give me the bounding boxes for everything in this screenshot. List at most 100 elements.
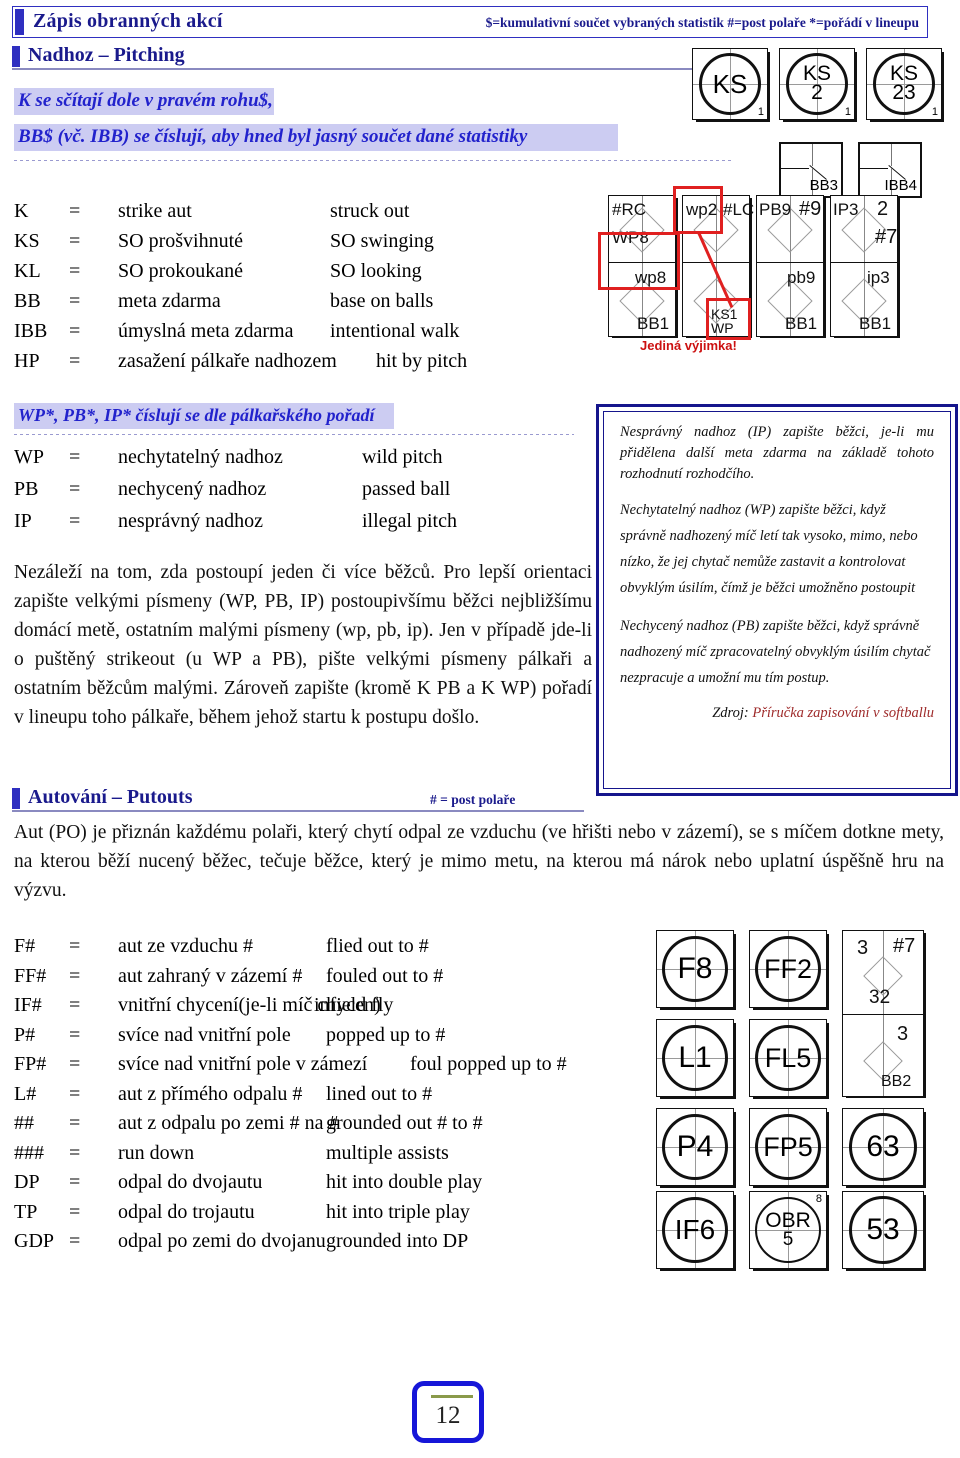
abbr-en: passed ball [362, 478, 451, 500]
scorecard-cell-ibb4: IBB4 [858, 142, 922, 198]
note-paragraph-pb: Nechycený nadhoz (PB) zapište běžci, kdy… [620, 618, 931, 686]
abbr-en: SO swinging [330, 230, 434, 252]
putouts-description-paragraph: Aut (PO) je přiznán každému polaři, kter… [14, 822, 944, 901]
abbr-code: IF# [14, 994, 42, 1016]
play-subcode: 5 [782, 1228, 794, 1250]
table-row: ### = run down multiple assists [14, 1142, 614, 1172]
play-code-stack: KS 2 [803, 63, 831, 103]
table-row: L# = aut z přímého odpalu # lined out to… [14, 1083, 614, 1113]
abbr-equals: = [69, 320, 81, 342]
section-rule [12, 68, 700, 70]
play-circle-inline: 32 [869, 987, 905, 1023]
cell-corner-number: 1 [931, 106, 938, 118]
play-label-br: BB1 [859, 314, 892, 333]
abbr-en: illegal pitch [362, 510, 457, 532]
play-label-t2: #7 [893, 935, 916, 957]
scorecard-cell-ks: KS 1 [692, 48, 768, 120]
play-label-mr: ip3 [867, 268, 890, 287]
scorecard-cell-fl5: FL5 [749, 1019, 827, 1097]
scorecard-cell-ks23: KS 23 1 [866, 48, 942, 120]
abbr-equals: = [69, 1230, 81, 1252]
abbr-cz: svíce nad vnitřní pole v zámezí [118, 1053, 368, 1075]
play-code: P4 [676, 1130, 714, 1163]
play-circle: L1 [662, 1025, 728, 1091]
scorecard-cell-p4: P4 [656, 1108, 734, 1186]
abbr-equals: = [69, 230, 81, 252]
play-subcode: 23 [892, 81, 916, 104]
table-row: ## = aut z odpalu po zemi # na # grounde… [14, 1112, 614, 1142]
cell-corner-number: 1 [844, 106, 851, 118]
table-row: P# = svíce nad vnitřní pole popped up to… [14, 1024, 614, 1054]
abbr-cz: úmyslná meta zdarma [118, 320, 294, 342]
table-row: F# = aut ze vzduchu # flied out to # [14, 935, 614, 965]
abbr-en: base on balls [330, 290, 434, 312]
play-code-stack: OBR 5 [765, 1210, 811, 1250]
scorecard-cell-f8: F8 [656, 930, 734, 1008]
play-code: FF2 [763, 953, 812, 984]
page-title: Zápis obranných akcí [33, 10, 223, 32]
abbr-code: P# [14, 1023, 36, 1046]
abbr-cz: nechytatelný nadhoz [118, 446, 283, 468]
divider-dotted-1 [14, 160, 734, 161]
table-row: KS = SO prošvihnuté SO swinging [14, 230, 594, 260]
play-label-tl: PB9 [759, 200, 792, 219]
play-code: FL5 [764, 1042, 812, 1073]
abbr-cz: svíce nad vnitřní pole [118, 1023, 291, 1046]
abbr-equals: = [69, 1053, 81, 1075]
highlight-wp-rule: WP*, PB*, IP* číslují se dle pálkařského… [14, 403, 394, 429]
abbr-en: multiple assists [326, 1141, 449, 1164]
scorecard-cell-if6: IF6 [656, 1191, 734, 1269]
abbr-code: FP# [14, 1053, 47, 1075]
page-number-box: 12 [412, 1381, 484, 1443]
abbr-equals: = [69, 1141, 81, 1164]
abbr-cz: meta zdarma [118, 290, 221, 312]
table-row: K = strike aut struck out [14, 200, 594, 230]
header-accent-bar [15, 9, 24, 35]
play-label-br: BB1 [785, 314, 818, 333]
abbr-equals: = [69, 1200, 81, 1223]
play-label-tr2: #7 [875, 226, 898, 248]
play-label-tr: 2 [877, 198, 889, 220]
table-row: GDP = odpal po zemi do dvojanu grounded … [14, 1230, 614, 1260]
play-label-m1: 3 [897, 1023, 909, 1045]
play-label-mr: pb9 [787, 268, 816, 287]
abbr-equals: = [69, 1171, 81, 1193]
play-circle: KS 23 [873, 53, 935, 115]
play-label-t1: 3 [857, 937, 869, 959]
abbr-en: infield fly [314, 994, 394, 1016]
play-code: 32 [869, 987, 891, 1008]
abbr-cz: aut zahraný v zázemí # [118, 964, 303, 987]
section-label-putouts: Autování – Putouts [28, 786, 193, 808]
section-rule [12, 810, 584, 812]
section-accent-bar [12, 788, 20, 809]
pitching-description-paragraph: Nezáleží na tom, zda postoupí jeden či v… [14, 562, 592, 728]
abbr-equals: = [69, 1082, 81, 1105]
abbr-en: grounded into DP [326, 1230, 469, 1252]
grid-hline [757, 262, 823, 263]
abbr-cz: run down [118, 1141, 195, 1164]
note-paragraph-wp: Nechytatelný nadhoz (WP) zapište běžci, … [620, 502, 918, 596]
abbr-equals: = [69, 478, 81, 500]
play-code: 53 [866, 1213, 900, 1246]
abbr-en: hit by pitch [376, 350, 468, 372]
abbr-code: FF# [14, 964, 47, 987]
document-header: Zápis obranných akcí $=kumulativní souče… [12, 6, 928, 38]
play-circle: FF2 [755, 936, 821, 1002]
play-code: KS [712, 69, 748, 99]
abbr-equals: = [69, 350, 81, 372]
table-row: KL = SO prokoukané SO looking [14, 260, 594, 290]
play-label-b1: BB2 [881, 1073, 912, 1090]
table-row: DP = odpal do dvojautu hit into double p… [14, 1171, 614, 1201]
highlight-bb-rule: BB$ (vč. IBB) se číslují, aby hned byl j… [14, 124, 618, 151]
side-note-inner: Nesprávný nadhoz (IP) zapište běžci, je-… [603, 411, 951, 789]
play-label-tl: IP3 [833, 200, 859, 219]
abbr-cz: SO prošvihnuté [118, 230, 243, 252]
play-cell-pb: PB9 #9 pb9 BB1 [756, 195, 824, 337]
abbr-code: F# [14, 935, 36, 957]
abbr-cz: odpal do trojautu [118, 1200, 255, 1223]
cell-corner-number: 8 [815, 1193, 822, 1205]
abbr-en: popped up to # [326, 1023, 446, 1046]
abbr-cz: odpal do dvojautu [118, 1171, 263, 1193]
grid-vline [891, 144, 893, 166]
scorecard-cell-bb3: BB3 [779, 142, 843, 198]
